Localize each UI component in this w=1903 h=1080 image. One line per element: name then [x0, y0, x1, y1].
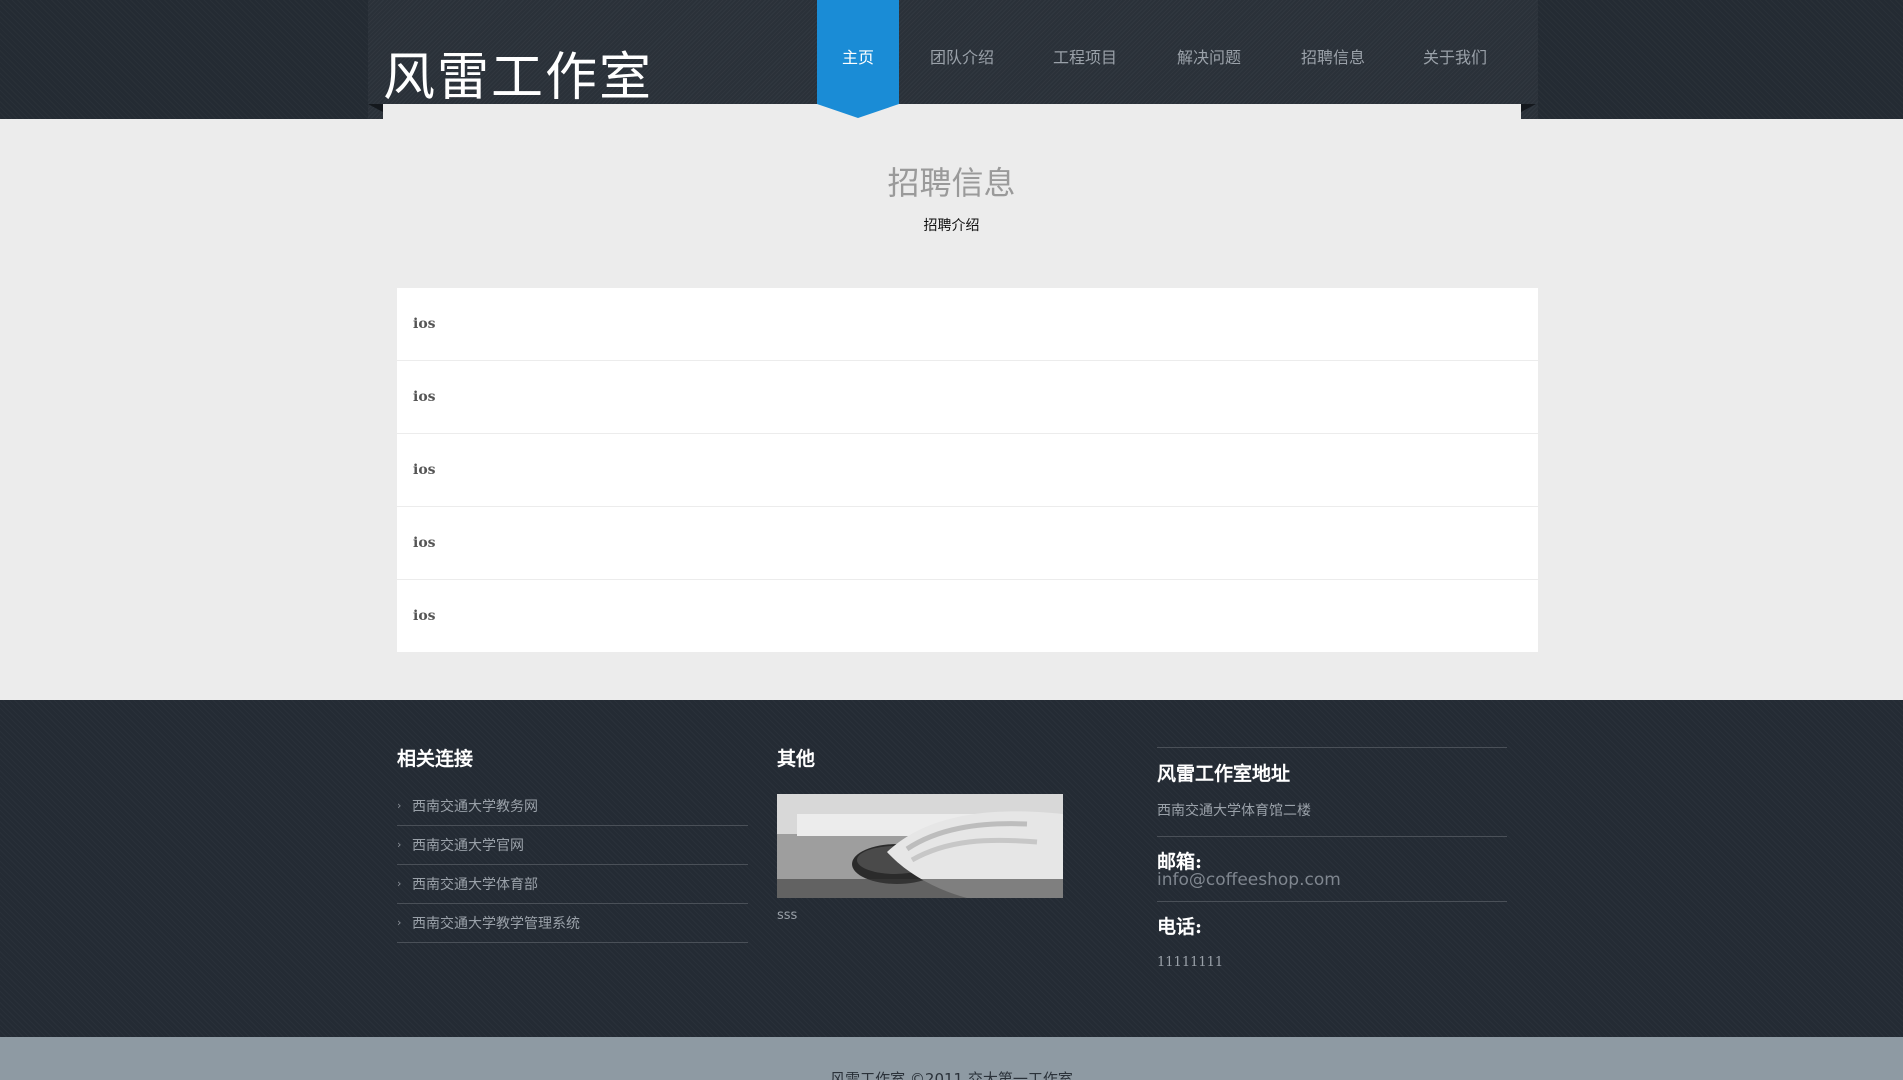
footer-link[interactable]: › 西南交通大学官网: [397, 826, 748, 865]
footer-link[interactable]: › 西南交通大学体育部: [397, 865, 748, 904]
footer-link-label: 西南交通大学教学管理系统: [412, 916, 580, 932]
chevron-right-icon: ›: [397, 799, 402, 812]
nav-item-solutions[interactable]: 解决问题: [1164, 0, 1254, 116]
divider: [1157, 747, 1507, 748]
job-row[interactable]: ios: [397, 580, 1538, 652]
nav-item-home[interactable]: 主页: [817, 0, 899, 118]
chevron-right-icon: ›: [397, 877, 402, 890]
copyright-text: 风雷工作室 ©2011 交大第一工作室: [830, 1070, 1073, 1080]
chevron-right-icon: ›: [397, 838, 402, 851]
links-heading: 相关连接: [397, 748, 474, 770]
job-row[interactable]: ios: [397, 434, 1538, 507]
phone-number: 11111111: [1157, 955, 1224, 970]
divider: [1157, 901, 1507, 902]
job-list: ios ios ios ios ios: [397, 288, 1538, 652]
image-caption: sss: [777, 908, 798, 923]
footer-link[interactable]: › 西南交通大学教务网: [397, 787, 748, 826]
site-logo[interactable]: 风雷工作室: [383, 48, 653, 108]
nav-item-projects[interactable]: 工程项目: [1040, 0, 1130, 116]
job-row[interactable]: ios: [397, 507, 1538, 580]
footer-link[interactable]: › 西南交通大学教学管理系统: [397, 904, 748, 943]
chevron-right-icon: ›: [397, 916, 402, 929]
mouse-photo-illustration: [777, 794, 1063, 898]
nav-item-about[interactable]: 关于我们: [1410, 0, 1500, 116]
job-row[interactable]: ios: [397, 361, 1538, 434]
email-link[interactable]: info@coffeeshop.com: [1157, 870, 1341, 890]
footer-link-label: 西南交通大学体育部: [412, 877, 538, 893]
nav-item-team[interactable]: 团队介绍: [917, 0, 1007, 116]
related-links-list: › 西南交通大学教务网 › 西南交通大学官网 › 西南交通大学体育部 › 西南交…: [397, 787, 748, 943]
address-text: 西南交通大学体育馆二楼: [1157, 803, 1311, 819]
job-row[interactable]: ios: [397, 288, 1538, 361]
ribbon-fold-right: [1521, 104, 1536, 112]
footer-link-label: 西南交通大学官网: [412, 838, 524, 854]
other-heading: 其他: [777, 748, 816, 770]
ribbon-fold-left: [368, 104, 383, 112]
hand-on-mouse-image: [777, 794, 1063, 898]
phone-label: 电话:: [1157, 916, 1203, 938]
page-title: 招聘信息: [887, 164, 1016, 202]
footer-link-label: 西南交通大学教务网: [412, 799, 538, 815]
divider: [1157, 836, 1507, 837]
address-heading: 风雷工作室地址: [1157, 763, 1291, 785]
nav-item-recruitment[interactable]: 招聘信息: [1288, 0, 1378, 116]
page-subtitle: 招聘介绍: [923, 218, 980, 234]
